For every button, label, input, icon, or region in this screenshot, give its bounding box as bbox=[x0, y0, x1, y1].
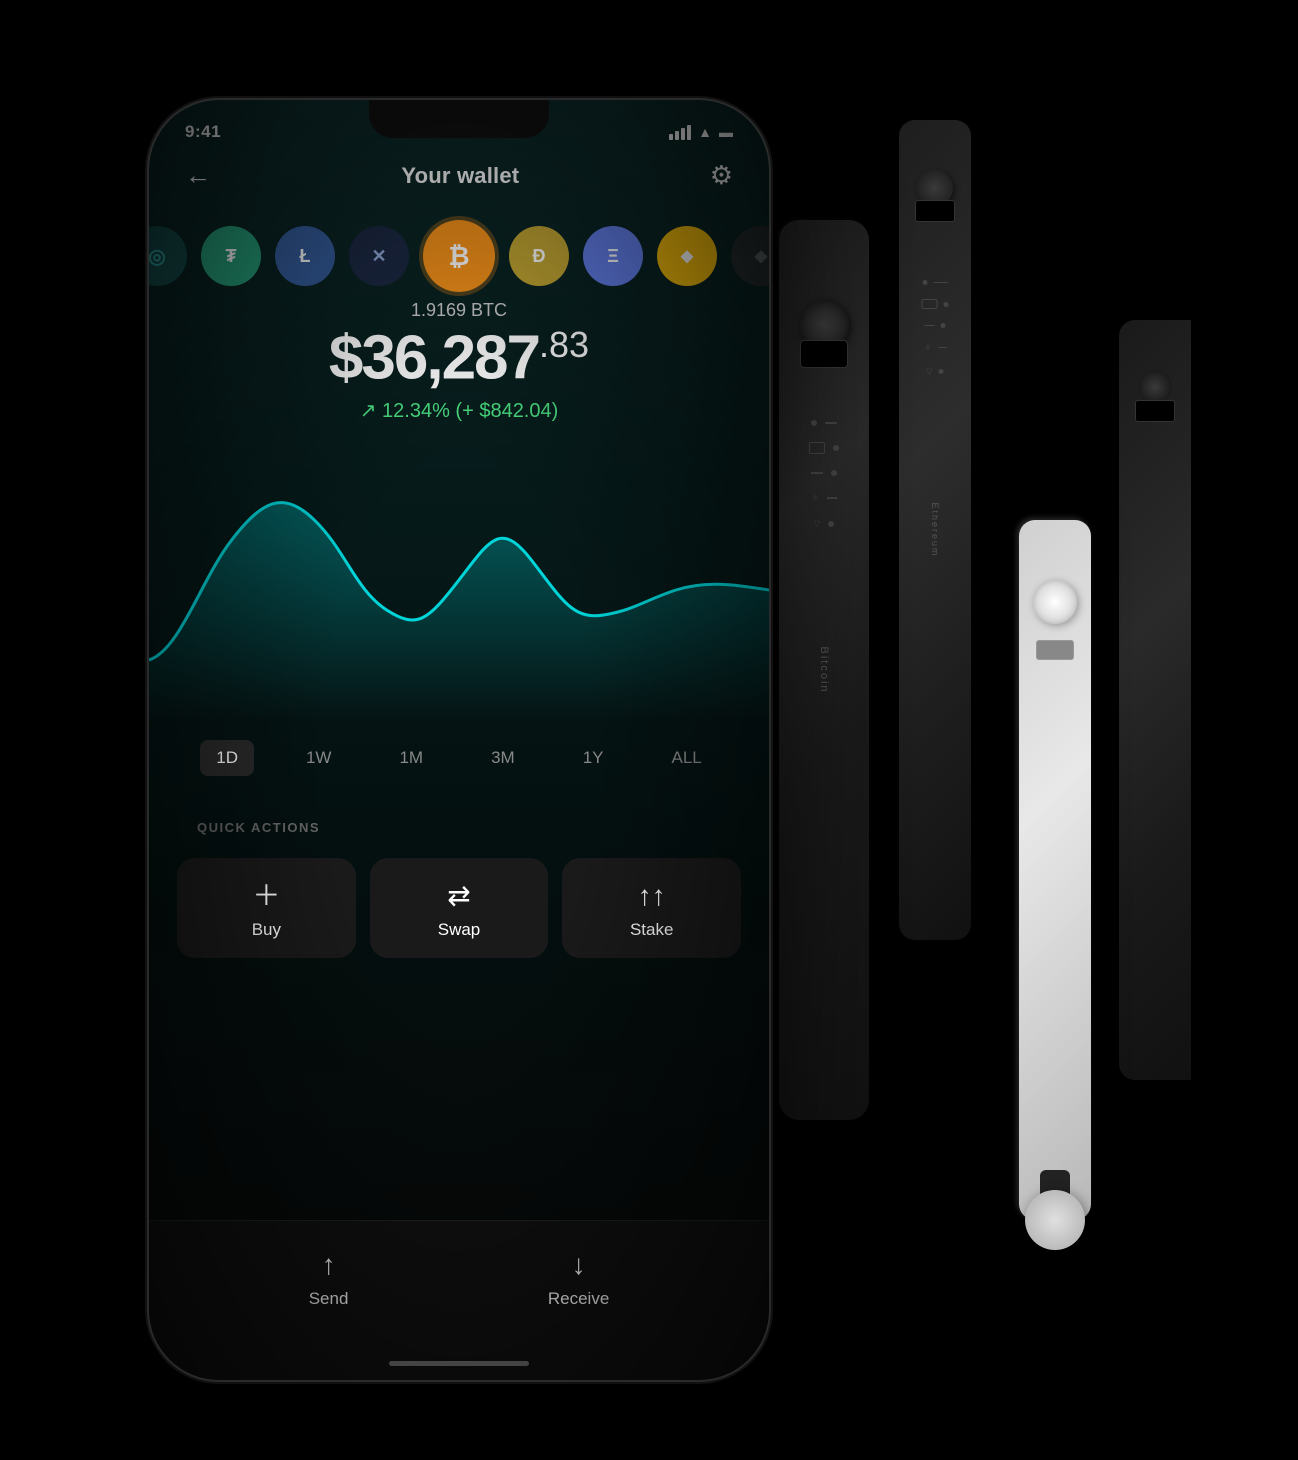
quick-actions-label: QUICK ACTIONS bbox=[197, 820, 320, 835]
notch bbox=[369, 100, 549, 138]
app-header: ← Your wallet ⚙ bbox=[149, 160, 769, 191]
nano-s-screen bbox=[915, 200, 955, 222]
battery-icon: ▬ bbox=[719, 124, 733, 140]
nano-x-icons: ＋ ▽ bbox=[809, 420, 839, 528]
stake-label: Stake bbox=[630, 920, 673, 940]
coin-bnb[interactable]: ◆ bbox=[657, 226, 717, 286]
price-dollars: $36,287 bbox=[329, 324, 539, 393]
chart-svg bbox=[149, 460, 769, 720]
swap-button[interactable]: ⇄ Swap bbox=[370, 858, 549, 958]
status-icons: ▲ ▬ bbox=[669, 124, 733, 140]
coin-item[interactable]: ◎ bbox=[149, 226, 187, 286]
receive-label: Receive bbox=[548, 1289, 609, 1309]
main-price: $36,287.83 bbox=[149, 327, 769, 390]
bottom-bar: ↑ Send ↓ Receive bbox=[149, 1220, 769, 1380]
buy-icon: ＋ bbox=[252, 882, 280, 910]
ledger-nano-s-black: Ethereum ＋ ▽ bbox=[899, 120, 971, 940]
time-filter-1m[interactable]: 1M bbox=[383, 740, 439, 776]
ledger-nano-x: Bitcoin ＋ ▽ bbox=[779, 220, 869, 1120]
status-time: 9:41 bbox=[185, 122, 221, 142]
receive-icon: ↓ bbox=[572, 1249, 586, 1281]
phone-inner: 9:41 ▲ ▬ ← Your wallet ⚙ bbox=[149, 100, 769, 1380]
time-filter-all[interactable]: ALL bbox=[656, 740, 718, 776]
time-filters: 1D 1W 1M 3M 1Y ALL bbox=[149, 740, 769, 776]
time-filter-3m[interactable]: 3M bbox=[475, 740, 531, 776]
ledger-partial bbox=[1119, 320, 1191, 1080]
page-title: Your wallet bbox=[401, 163, 519, 189]
coin-btc-active[interactable]: ₿ bbox=[423, 220, 495, 292]
time-filter-1w[interactable]: 1W bbox=[290, 740, 348, 776]
nano-x-label: Bitcoin bbox=[818, 646, 830, 693]
send-label: Send bbox=[309, 1289, 349, 1309]
price-chart bbox=[149, 460, 769, 720]
price-change: ↗ 12.34% (+ $842.04) bbox=[149, 398, 769, 423]
time-filter-1y[interactable]: 1Y bbox=[567, 740, 620, 776]
nano-sw-screen bbox=[1036, 640, 1074, 660]
price-section: 1.9169 BTC $36,287.83 ↗ 12.34% (+ $842.0… bbox=[149, 300, 769, 423]
nano-s-black-label: Ethereum bbox=[930, 502, 940, 557]
ledger-nano-s-white bbox=[1019, 520, 1091, 1220]
scene: 9:41 ▲ ▬ ← Your wallet ⚙ bbox=[99, 40, 1199, 1420]
nano-sw-button bbox=[1033, 580, 1077, 624]
buy-button[interactable]: ＋ Buy bbox=[177, 858, 356, 958]
stake-button[interactable]: ↑↑ Stake bbox=[562, 858, 741, 958]
coin-usdt[interactable]: ₮ bbox=[201, 226, 261, 286]
coin-doge[interactable]: Ð bbox=[509, 226, 569, 286]
coin-ltc[interactable]: Ł bbox=[275, 226, 335, 286]
settings-button[interactable]: ⚙ bbox=[710, 160, 733, 191]
coin-amount: 1.9169 BTC bbox=[149, 300, 769, 321]
receive-button[interactable]: ↓ Receive bbox=[548, 1249, 609, 1309]
send-button[interactable]: ↑ Send bbox=[309, 1249, 349, 1309]
nano-sw-cap bbox=[1025, 1190, 1085, 1250]
swap-icon: ⇄ bbox=[447, 882, 470, 910]
nano-pr-screen bbox=[1135, 400, 1175, 422]
phone: 9:41 ▲ ▬ ← Your wallet ⚙ bbox=[149, 100, 769, 1380]
coin-carousel: ◎ ₮ Ł ✕ ₿ Ð Ξ bbox=[149, 220, 769, 292]
stake-icon: ↑↑ bbox=[638, 882, 666, 910]
signal-icon bbox=[669, 125, 691, 140]
buy-label: Buy bbox=[252, 920, 281, 940]
hardware-wallet-group: Bitcoin ＋ ▽ bbox=[719, 120, 1239, 1320]
time-filter-1d[interactable]: 1D bbox=[200, 740, 254, 776]
swap-label: Swap bbox=[438, 920, 481, 940]
send-icon: ↑ bbox=[322, 1249, 336, 1281]
coin-xrp[interactable]: ✕ bbox=[349, 226, 409, 286]
back-button[interactable]: ← bbox=[185, 160, 211, 191]
wifi-icon: ▲ bbox=[698, 124, 712, 140]
quick-actions: ＋ Buy ⇄ Swap ↑↑ Stake bbox=[177, 858, 741, 958]
coin-partial-right[interactable]: ◈ bbox=[731, 226, 769, 286]
nano-x-screen bbox=[800, 340, 848, 368]
price-cents: .83 bbox=[539, 324, 589, 365]
coin-eth[interactable]: Ξ bbox=[583, 226, 643, 286]
home-indicator bbox=[389, 1361, 529, 1366]
